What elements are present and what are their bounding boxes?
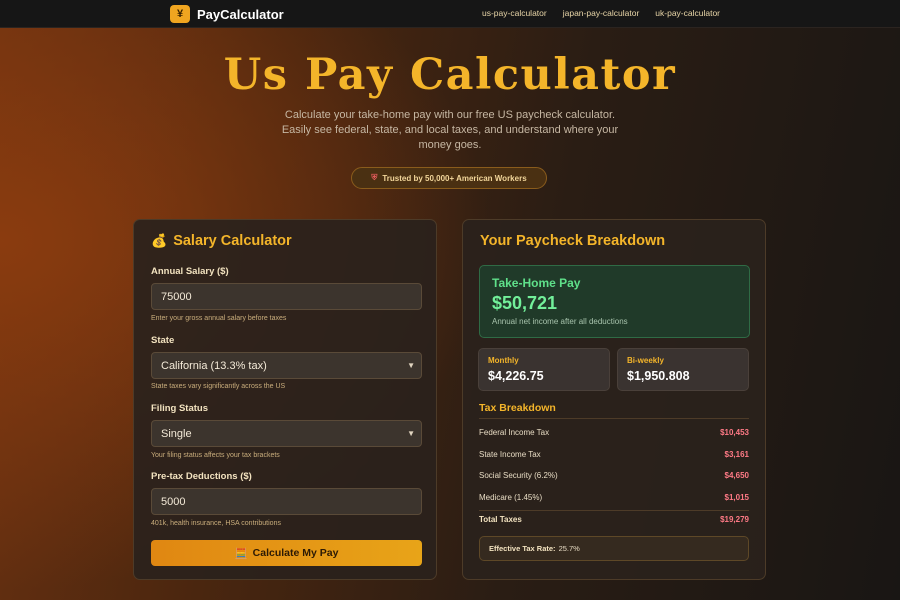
tax-name: Federal Income Tax (479, 428, 550, 437)
state-select[interactable]: California (13.3% tax) ▼ (151, 352, 422, 379)
salary-calculator-title-text: Salary Calculator (173, 233, 292, 249)
trust-badge: ⛨ Trusted by 50,000+ American Workers (351, 167, 547, 189)
biweekly-value: $1,950.808 (627, 369, 690, 383)
deductions-value: 5000 (161, 495, 186, 508)
tax-amount: $10,453 (720, 428, 749, 437)
tax-row: Federal Income Tax $10,453 (479, 428, 749, 442)
nav-link-uk[interactable]: uk-pay-calculator (655, 8, 720, 18)
divider (479, 418, 749, 419)
take-home-panel: Take-Home Pay $50,721 Annual net income … (479, 265, 750, 338)
annual-salary-value: 75000 (161, 290, 192, 303)
state-label: State (151, 335, 175, 346)
salary-calculator-title: 💰 Salary Calculator (151, 233, 292, 249)
monthly-value: $4,226.75 (488, 369, 544, 383)
state-hint: State taxes vary significantly across th… (151, 383, 286, 390)
page-subtitle: Calculate your take-home pay with our fr… (281, 109, 619, 151)
tax-amount: $4,650 (724, 471, 749, 480)
tax-name: Medicare (1.45%) (479, 493, 543, 502)
tax-row: Medicare (1.45%) $1,015 (479, 493, 749, 507)
monthly-card: Monthly $4,226.75 (478, 348, 610, 391)
annual-salary-label: Annual Salary ($) (151, 266, 229, 277)
annual-salary-input[interactable]: 75000 (151, 283, 422, 310)
shield-icon: ⛨ (371, 173, 378, 182)
chevron-down-icon: ▼ (407, 361, 415, 370)
salary-calculator-card: 💰 Salary Calculator Annual Salary ($) 75… (133, 219, 437, 580)
effective-tax-rate-label: Effective Tax Rate: (489, 544, 556, 553)
page-title: Us Pay Calculator (223, 50, 677, 100)
filing-status-label: Filing Status (151, 403, 208, 414)
calculate-button[interactable]: 🧮 Calculate My Pay (151, 540, 422, 566)
effective-tax-rate: Effective Tax Rate: 25.7% (479, 536, 749, 561)
paycheck-breakdown-title: Your Paycheck Breakdown (480, 233, 666, 249)
take-home-value: $50,721 (492, 293, 558, 313)
annual-salary-hint: Enter your gross annual salary before ta… (151, 315, 287, 322)
tax-name: Social Security (6.2%) (479, 471, 558, 480)
state-value: California (13.3% tax) (161, 359, 267, 372)
tax-amount: $3,161 (724, 450, 749, 459)
tax-name: State Income Tax (479, 450, 541, 459)
calculator-icon: 🧮 (234, 547, 248, 560)
deductions-hint: 401k, health insurance, HSA contribution… (151, 520, 281, 527)
tax-row: Social Security (6.2%) $4,650 (479, 471, 749, 485)
total-taxes-row: Total Taxes $19,279 (479, 515, 749, 529)
monthly-label: Monthly (488, 356, 519, 365)
effective-tax-rate-value: 25.7% (558, 544, 580, 553)
deductions-input[interactable]: 5000 (151, 488, 422, 515)
nav-links: us-pay-calculator japan-pay-calculator u… (482, 8, 720, 18)
filing-status-value: Single (161, 427, 192, 440)
filing-status-hint: Your filing status affects your tax brac… (151, 452, 280, 459)
chevron-down-icon: ▼ (407, 429, 415, 438)
deductions-label: Pre-tax Deductions ($) (151, 471, 252, 482)
paycheck-breakdown-card: Your Paycheck Breakdown Take-Home Pay $5… (462, 219, 766, 580)
yen-logo-icon: ¥ (170, 5, 190, 23)
tax-amount: $1,015 (724, 493, 749, 502)
total-taxes-amount: $19,279 (720, 515, 749, 524)
brand-link[interactable]: ¥ PayCalculator (170, 4, 284, 24)
navbar: ¥ PayCalculator us-pay-calculator japan-… (0, 0, 900, 28)
take-home-note: Annual net income after all deductions (492, 317, 628, 326)
tax-breakdown-title: Tax Breakdown (479, 402, 556, 414)
nav-link-japan[interactable]: japan-pay-calculator (563, 8, 640, 18)
filing-status-select[interactable]: Single ▼ (151, 420, 422, 447)
calculate-button-label: Calculate My Pay (252, 547, 339, 559)
tax-row: State Income Tax $3,161 (479, 450, 749, 464)
biweekly-card: Bi-weekly $1,950.808 (617, 348, 749, 391)
take-home-label: Take-Home Pay (492, 276, 581, 290)
trust-badge-text: Trusted by 50,000+ American Workers (382, 173, 527, 183)
money-bag-icon: 💰 (151, 233, 168, 248)
biweekly-label: Bi-weekly (627, 356, 664, 365)
nav-link-us[interactable]: us-pay-calculator (482, 8, 547, 18)
brand-name: PayCalculator (197, 6, 284, 22)
divider (479, 510, 749, 511)
total-taxes-label: Total Taxes (479, 515, 522, 524)
